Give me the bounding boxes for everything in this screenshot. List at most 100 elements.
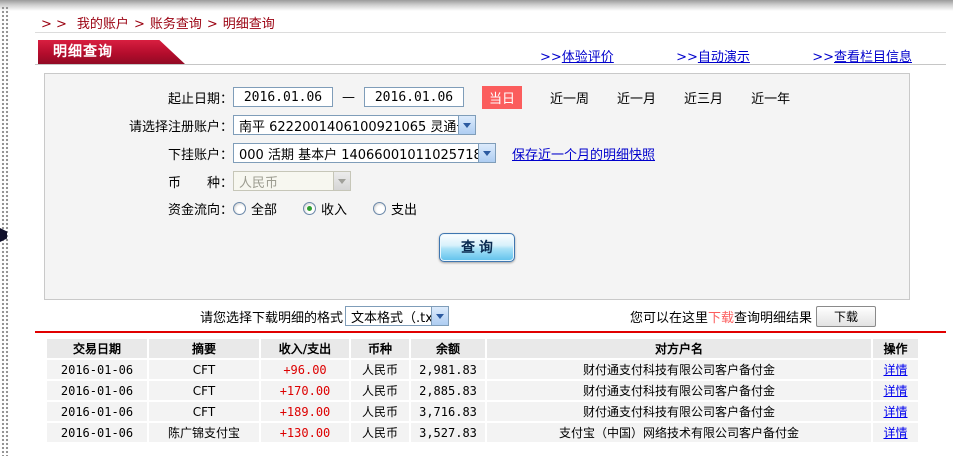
currency-row: 币 种： 人民币 <box>45 170 909 192</box>
tab-detail-query[interactable]: 明细查询 <box>38 40 186 65</box>
radio-icon[interactable] <box>233 202 246 215</box>
table-header-row: 交易日期 摘要 收入/支出 币种 余额 对方户名 操作 <box>47 339 918 358</box>
breadcrumb-separator: > <box>134 17 145 32</box>
range-today-button[interactable]: 当日 <box>482 86 522 109</box>
cell-date: 2016-01-06 <box>47 423 147 442</box>
radio-icon[interactable] <box>373 202 386 215</box>
currency-select: 人民币 <box>233 171 351 191</box>
table-row: 2016-01-06 CFT +189.00 人民币 3,716.83 财付通支… <box>47 402 918 421</box>
breadcrumb-divider <box>35 32 946 33</box>
cell-counterparty: 财付通支付科技有限公司客户备付金 <box>487 402 871 421</box>
download-format-label: 请您选择下载明细的格式 <box>200 307 343 326</box>
registered-account-value: 南平 6222001406100921065 灵通卡 <box>234 116 458 135</box>
chevron-down-icon <box>333 172 350 190</box>
currency-value: 人民币 <box>234 172 333 191</box>
cell-date: 2016-01-06 <box>47 360 147 379</box>
detail-link[interactable]: 详情 <box>883 384 907 398</box>
cell-amount: +130.00 <box>261 423 349 442</box>
chevron-down-icon[interactable] <box>478 144 495 162</box>
col-header-date: 交易日期 <box>47 339 147 358</box>
detail-link[interactable]: 详情 <box>883 363 907 377</box>
breadcrumb-detail-query[interactable]: 明细查询 <box>223 17 275 32</box>
cell-amount: +170.00 <box>261 381 349 400</box>
cell-balance: 3,716.83 <box>411 402 485 421</box>
date-range-row: 起止日期： — 当日 近一周 近一月 近三月 近一年 <box>45 86 909 108</box>
fund-flow-row: 资金流向： 全部 收入 支出 <box>45 197 909 219</box>
link-prefix: >> <box>676 50 698 65</box>
query-button-row: 查 询 <box>45 232 909 262</box>
snapshot-link[interactable]: 保存近一个月的明细快照 <box>512 144 655 163</box>
cell-balance: 2,885.83 <box>411 381 485 400</box>
query-button[interactable]: 查 询 <box>439 233 515 262</box>
download-hint-pre: 您可以在这里 <box>630 307 708 326</box>
sub-account-select[interactable]: 000 活期 基本户 1406600101102571848 <box>233 143 496 163</box>
cell-balance: 2,981.83 <box>411 360 485 379</box>
end-date-input[interactable] <box>364 87 464 107</box>
breadcrumb-prefix: > > <box>41 17 67 32</box>
radio-option-income[interactable]: 收入 <box>303 199 347 218</box>
cell-summary: CFT <box>149 360 259 379</box>
download-format-group: 请您选择下载明细的格式 文本格式（.txt） <box>200 306 449 326</box>
date-range-label: 起止日期： <box>45 88 233 107</box>
radio-option-all[interactable]: 全部 <box>233 199 277 218</box>
fund-flow-label: 资金流向： <box>45 199 233 218</box>
registered-account-select[interactable]: 南平 6222001406100921065 灵通卡 <box>233 115 476 135</box>
download-hint-link[interactable]: 下载 <box>708 307 734 326</box>
tab-title: 明细查询 <box>53 44 113 60</box>
sub-account-label: 下挂账户： <box>45 144 233 163</box>
col-header-currency: 币种 <box>351 339 409 358</box>
cell-currency: 人民币 <box>351 360 409 379</box>
link-experience-review[interactable]: >>体验评价 <box>540 46 614 65</box>
radio-expense-label: 支出 <box>391 199 417 218</box>
link-prefix: >> <box>540 50 562 65</box>
breadcrumb-separator: > <box>207 17 218 32</box>
link-column-info[interactable]: >>查看栏目信息 <box>812 46 912 65</box>
page: > >我的账户>账务查询>明细查询 明细查询 >>体验评价 >>自动演示 >>查… <box>0 0 953 456</box>
radio-option-expense[interactable]: 支出 <box>373 199 417 218</box>
table-row: 2016-01-06 CFT +170.00 人民币 2,885.83 财付通支… <box>47 381 918 400</box>
breadcrumb-my-account[interactable]: 我的账户 <box>77 17 129 32</box>
start-date-input[interactable] <box>233 87 333 107</box>
range-quarter-button[interactable]: 近三月 <box>684 88 723 107</box>
col-header-action: 操作 <box>873 339 918 358</box>
range-week-button[interactable]: 近一周 <box>550 88 589 107</box>
breadcrumb-account-query[interactable]: 账务查询 <box>150 17 202 32</box>
radio-income-label: 收入 <box>321 199 347 218</box>
table-row: 2016-01-06 CFT +96.00 人民币 2,981.83 财付通支付… <box>47 360 918 379</box>
currency-label: 币 种： <box>45 172 233 191</box>
sub-account-value: 000 活期 基本户 1406600101102571848 <box>234 144 478 163</box>
link-auto-demo[interactable]: >>自动演示 <box>676 46 750 65</box>
cell-balance: 3,527.83 <box>411 423 485 442</box>
col-header-amount: 收入/支出 <box>261 339 349 358</box>
cell-counterparty: 财付通支付科技有限公司客户备付金 <box>487 381 871 400</box>
cell-counterparty: 支付宝（中国）网络技术有限公司客户备付金 <box>487 423 871 442</box>
cell-currency: 人民币 <box>351 423 409 442</box>
sub-account-row: 下挂账户： 000 活期 基本户 1406600101102571848 保存近… <box>45 142 909 164</box>
radio-selected-icon[interactable] <box>303 202 316 215</box>
date-dash: — <box>342 90 355 105</box>
table-top-divider <box>35 331 946 333</box>
download-hint-post: 查询明细结果 <box>734 307 812 326</box>
download-button[interactable]: 下载 <box>816 306 876 327</box>
detail-link[interactable]: 详情 <box>883 426 907 440</box>
col-header-summary: 摘要 <box>149 339 259 358</box>
cell-summary: 陈广锦支付宝 <box>149 423 259 442</box>
results-table: 交易日期 摘要 收入/支出 币种 余额 对方户名 操作 2016-01-06 C… <box>45 337 920 444</box>
range-month-button[interactable]: 近一月 <box>617 88 656 107</box>
table-row: 2016-01-06 陈广锦支付宝 +130.00 人民币 3,527.83 支… <box>47 423 918 442</box>
range-year-button[interactable]: 近一年 <box>751 88 790 107</box>
header-links: >>体验评价 >>自动演示 >>查看栏目信息 <box>540 46 912 65</box>
breadcrumb: > > 我的账户 > 账务查询 > 明细查询 <box>41 13 275 32</box>
top-gradient-bar <box>0 0 953 11</box>
query-form: 起止日期： — 当日 近一周 近一月 近三月 近一年 请选择注册账户： 南平 6… <box>44 73 910 300</box>
cell-amount: +96.00 <box>261 360 349 379</box>
cell-currency: 人民币 <box>351 381 409 400</box>
cell-currency: 人民币 <box>351 402 409 421</box>
download-format-select[interactable]: 文本格式（.txt） <box>345 306 449 326</box>
radio-all-label: 全部 <box>251 199 277 218</box>
chevron-down-icon[interactable] <box>431 307 448 325</box>
detail-link[interactable]: 详情 <box>883 405 907 419</box>
cell-counterparty: 财付通支付科技有限公司客户备付金 <box>487 360 871 379</box>
chevron-down-icon[interactable] <box>458 116 475 134</box>
registered-account-row: 请选择注册账户： 南平 6222001406100921065 灵通卡 <box>45 114 909 136</box>
